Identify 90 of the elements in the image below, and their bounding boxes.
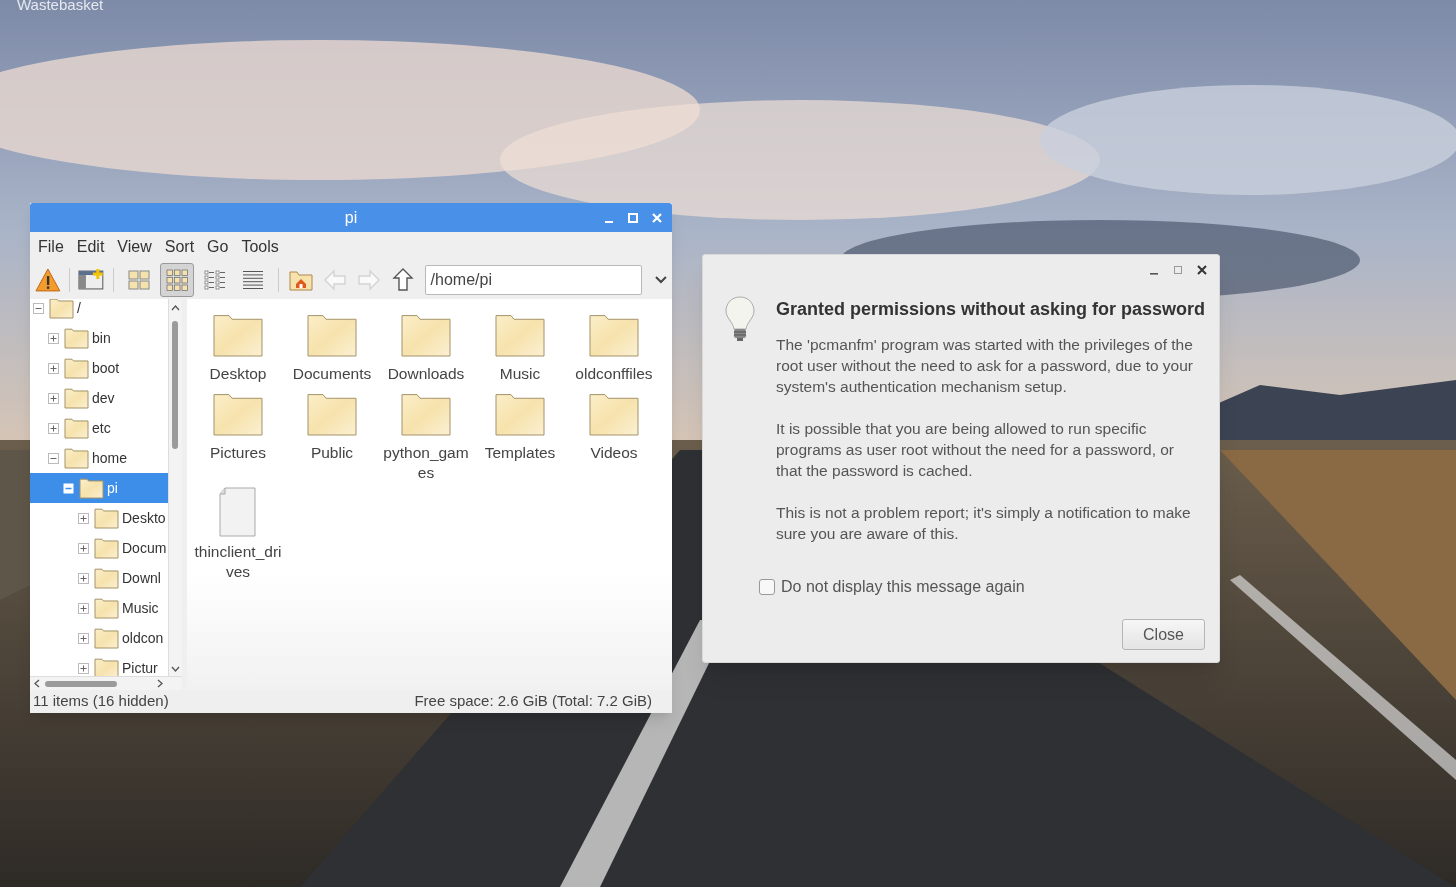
menu-item[interactable]: View [117, 234, 152, 259]
tree-item-label: / [77, 299, 81, 318]
tree-item[interactable]: home [30, 443, 168, 473]
folder-icon [79, 477, 104, 499]
tree-item[interactable]: Downl [30, 563, 168, 593]
tree-item-label: boot [92, 358, 120, 378]
tree-item-label: etc [92, 418, 111, 438]
file-label[interactable]: Templates [474, 443, 566, 463]
close-button[interactable]: Close [1122, 619, 1205, 650]
file-label[interactable]: Public [286, 443, 378, 463]
view-mode-button[interactable] [159, 263, 194, 297]
lightbulb-icon [724, 295, 756, 343]
horizontal-scrollbar[interactable] [30, 676, 182, 690]
tree-item-label: Docum [122, 538, 167, 558]
tree-item[interactable]: bin [30, 323, 168, 353]
menu-item[interactable]: Tools [241, 234, 279, 259]
close-icon[interactable] [1195, 263, 1209, 277]
new-window-icon[interactable] [76, 267, 105, 293]
tree-item-label: bin [92, 328, 111, 348]
file-label[interactable]: python_games [380, 443, 472, 483]
tree-item[interactable]: Docum [30, 533, 168, 563]
menu-item[interactable]: File [38, 234, 64, 259]
menu-item[interactable]: Edit [76, 234, 105, 259]
free-space-text: Free space: 2.6 GiB (Total: 7.2 GiB) [414, 691, 652, 712]
dialog-title: Granted permissions without asking for password [776, 298, 1206, 320]
warning-icon[interactable] [35, 267, 61, 293]
tree-item-label: dev [92, 388, 115, 408]
file-label[interactable]: Desktop [192, 364, 284, 384]
window-title: pi [344, 207, 358, 228]
maximize-icon[interactable] [626, 210, 640, 225]
folder-icon [64, 447, 89, 469]
tree-item[interactable]: Deskto [30, 503, 168, 533]
file-label[interactable]: Pictures [192, 443, 284, 463]
tree-item-label: Downl [122, 568, 161, 588]
compact-list-icon [201, 267, 228, 293]
tree-item[interactable]: boot [30, 353, 168, 383]
tree-item[interactable]: etc [30, 413, 168, 443]
file-label[interactable]: Downloads [380, 364, 472, 384]
vertical-scrollbar[interactable] [168, 299, 182, 676]
menu-item[interactable]: Go [207, 234, 229, 259]
tree-item[interactable]: Pictur [30, 653, 168, 676]
tree-item-label: Music [122, 598, 159, 618]
file-label[interactable]: oldconffiles [568, 364, 660, 384]
tree-item[interactable]: dev [30, 383, 168, 413]
expand-icon[interactable] [78, 542, 89, 554]
tree-item[interactable]: oldcon [30, 623, 168, 653]
folder-icon [64, 387, 89, 409]
folder-icon [94, 567, 119, 589]
tree-item-label: home [92, 448, 128, 468]
expand-icon[interactable] [78, 602, 89, 614]
folder-icon [94, 507, 119, 529]
large-grid-icon [125, 267, 152, 293]
small-grid-icon [163, 267, 190, 293]
folder-icon [94, 597, 119, 619]
file-label[interactable]: Documents [286, 364, 378, 384]
expand-icon[interactable] [48, 362, 59, 374]
expand-icon[interactable] [48, 392, 59, 404]
folder-icon [49, 299, 74, 319]
folder-icon [64, 327, 89, 349]
checkbox-label: Do not display this message again [781, 577, 1025, 597]
file-label[interactable]: Videos [568, 443, 660, 463]
expand-icon[interactable] [78, 572, 89, 584]
folder-icon [64, 357, 89, 379]
item-count-text: 11 items (16 hidden) [33, 691, 169, 712]
file-label[interactable]: Music [474, 364, 566, 384]
folder-icon [94, 537, 119, 559]
dialog-paragraph: This is not a problem report; it's simply a notification to make sure you are aware of this. [776, 503, 1192, 544]
checkbox[interactable] [759, 579, 775, 595]
expand-icon[interactable] [78, 632, 89, 644]
expand-icon[interactable] [48, 332, 59, 344]
tree-item-label: pi [107, 478, 118, 498]
collapse-icon[interactable] [63, 482, 74, 494]
tree-item[interactable]: / [30, 299, 168, 323]
folder-icon [94, 627, 119, 649]
expand-icon[interactable] [78, 512, 89, 524]
path-field[interactable]: /home/pi [424, 265, 643, 295]
tree-item-label: Deskto [122, 508, 166, 528]
file-label[interactable]: thinclient_drives [192, 542, 284, 582]
expand-icon[interactable] [48, 422, 59, 434]
collapse-icon[interactable] [48, 452, 59, 464]
dialog-paragraph: The 'pcmanfm' program was started with the privileges of the root user without the need to ask for a password, due to your system's authentication mechanism setup. [776, 335, 1195, 397]
tree-item-label: oldcon [122, 628, 164, 648]
dialog-paragraph: It is possible that you are being allowed to run specific programs as user root without the need for a password, or that the password is cached. [776, 419, 1176, 481]
maximize-icon[interactable] [1171, 263, 1185, 277]
expand-icon[interactable] [78, 662, 89, 674]
dropdown-caret-icon[interactable] [654, 275, 669, 285]
collapse-icon[interactable] [33, 302, 44, 314]
tree-item-label: Pictur [122, 658, 158, 676]
menu-item[interactable]: Sort [164, 234, 195, 259]
tree-item[interactable]: Music [30, 593, 168, 623]
